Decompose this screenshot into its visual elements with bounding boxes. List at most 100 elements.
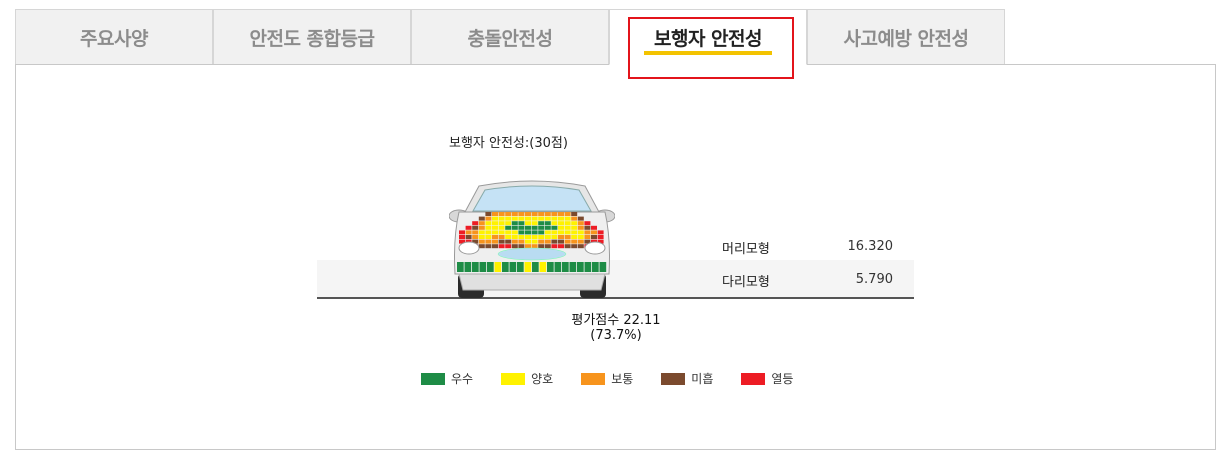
hood-grid-cell xyxy=(558,225,564,230)
legend-item-good: 양호 xyxy=(501,370,553,387)
hood-grid-cell xyxy=(505,244,512,249)
hood-grid-cell xyxy=(511,244,518,249)
left-headlight xyxy=(458,241,480,255)
bumper-band-cell xyxy=(509,262,517,272)
hood-grid-cell xyxy=(591,235,597,239)
hood-grid-cell xyxy=(525,244,531,249)
hood-grid-cell xyxy=(577,244,584,249)
hood-grid-cell xyxy=(492,230,498,235)
hood-grid-cell xyxy=(584,235,591,239)
hood-grid-cell xyxy=(511,239,518,244)
tab-accident-prevention[interactable]: 사고예방 안전성 xyxy=(807,9,1005,65)
hood-grid-cell xyxy=(518,239,525,244)
legend-label: 열등 xyxy=(771,372,794,386)
tab-crash-safety[interactable]: 충돌안전성 xyxy=(411,9,609,65)
leg-impact-label: 다리모형 xyxy=(722,275,770,290)
hood-grid-cell xyxy=(478,244,485,249)
hood-grid-cell xyxy=(472,225,479,230)
hood-grid-cell xyxy=(478,225,485,230)
legend-label: 우수 xyxy=(451,372,474,386)
head-impact-label: 머리모형 xyxy=(722,242,770,257)
hood-grid-cell xyxy=(577,235,584,239)
tab-pedestrian-safety[interactable]: 보행자 안전성 xyxy=(609,9,807,79)
total-percent-line: (73.7%) xyxy=(590,328,642,343)
hood-grid-cell xyxy=(485,230,492,235)
tab-label: 보행자 안전성 xyxy=(654,27,763,50)
hood-grid-cell xyxy=(558,221,564,226)
bumper-band-cell xyxy=(502,262,509,272)
hood-grid-cell xyxy=(571,239,578,244)
total-score-line: 평가점수 22.11 xyxy=(571,313,661,328)
hood-grid-cell xyxy=(538,216,545,221)
legend-label: 미흡 xyxy=(691,372,714,386)
hood-grid-cell xyxy=(518,221,525,226)
hood-grid-cell xyxy=(544,239,551,244)
active-tab-underline xyxy=(644,51,772,55)
bumper-band-cell xyxy=(592,262,599,272)
hood-grid-cell xyxy=(531,239,538,244)
hood-grid-cell xyxy=(525,221,531,226)
hood-grid-cell xyxy=(531,212,538,216)
hood-grid-cell xyxy=(591,225,597,230)
legend-swatch xyxy=(581,372,606,385)
hood-grid-cell xyxy=(525,212,531,216)
hood-grid-cell xyxy=(571,212,578,216)
hood-grid-cell xyxy=(571,230,578,235)
hood-grid-cell xyxy=(538,212,545,216)
hood-grid-cell xyxy=(564,239,571,244)
hood-grid-cell xyxy=(577,216,584,221)
hood-grid-cell xyxy=(492,225,498,230)
hood-grid-cell xyxy=(564,221,571,226)
legend-item-poor: 미흡 xyxy=(661,370,713,387)
hood-grid-cell xyxy=(564,212,571,216)
bumper-band-cell xyxy=(599,262,607,272)
hood-grid-cell xyxy=(571,225,578,230)
hood-grid-cell xyxy=(558,244,564,249)
hood-grid-cell xyxy=(478,221,485,226)
hood-grid-cell xyxy=(498,212,505,216)
content-panel xyxy=(15,64,1216,450)
hood-grid-cell xyxy=(531,235,538,239)
hood-grid-cell xyxy=(478,230,485,235)
bumper-band-cell xyxy=(584,262,592,272)
hood-grid-cell xyxy=(558,212,564,216)
hood-grid-cell xyxy=(544,216,551,221)
hood-grid-cell xyxy=(531,225,538,230)
hood-grid-cell xyxy=(485,221,492,226)
tab-main-specs[interactable]: 주요사양 xyxy=(15,9,213,65)
hood-grid-cell xyxy=(459,235,465,239)
bumper-band-cell xyxy=(494,262,502,272)
hood-grid-cell xyxy=(538,239,545,244)
hood-grid-cell xyxy=(518,230,525,235)
hood-grid-cell xyxy=(558,239,564,244)
hood-grid-cell xyxy=(511,230,518,235)
hood-grid-cell xyxy=(518,212,525,216)
tab-label: 주요사양 xyxy=(80,27,148,50)
head-impact-value: 16.320 xyxy=(847,239,894,254)
hood-grid-cell xyxy=(498,221,505,226)
hood-grid-cell xyxy=(564,230,571,235)
hood-grid-cell xyxy=(544,235,551,239)
hood-grid-cell xyxy=(492,216,498,221)
hood-grid-cell xyxy=(498,244,505,249)
hood-grid-cell xyxy=(485,235,492,239)
hood-grid-cell xyxy=(505,225,512,230)
tab-overall-grade[interactable]: 안전도 종합등급 xyxy=(213,9,411,65)
hood-grid-cell xyxy=(505,230,512,235)
hood-grid-cell xyxy=(485,216,492,221)
tab-bar: 주요사양 안전도 종합등급 충돌안전성 보행자 안전성 사고예방 안전성 xyxy=(15,9,1005,79)
tab-label: 안전도 종합등급 xyxy=(249,27,375,50)
hood-grid-cell xyxy=(551,244,558,249)
hood-grid-cell xyxy=(492,221,498,226)
hood-grid-cell xyxy=(544,212,551,216)
hood-grid-cell xyxy=(551,212,558,216)
hood-grid-cell xyxy=(498,230,505,235)
bumper-band-cell xyxy=(547,262,554,272)
hood-grid-cell xyxy=(505,235,512,239)
hood-grid-cell xyxy=(538,230,545,235)
legend-label: 보통 xyxy=(611,372,634,386)
legend-item-excellent: 우수 xyxy=(421,370,473,387)
hood-grid-cell xyxy=(511,212,518,216)
hood-grid-cell xyxy=(478,235,485,239)
hood-grid-cell xyxy=(511,216,518,221)
